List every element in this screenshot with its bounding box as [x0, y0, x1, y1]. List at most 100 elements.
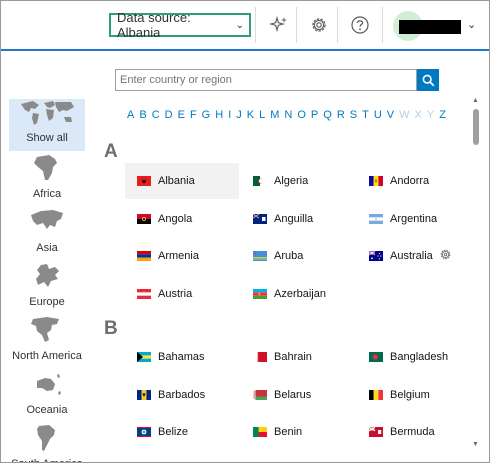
scroll-up-arrow-icon[interactable]: ▲ — [472, 97, 479, 104]
country-bermuda[interactable]: Bermuda — [357, 414, 471, 450]
country-argentina[interactable]: Argentina — [357, 201, 471, 237]
country-austria[interactable]: Austria — [125, 276, 239, 312]
country-name: Belize — [158, 426, 188, 438]
country-armenia[interactable]: Armenia — [125, 238, 239, 274]
region-europe[interactable]: Europe — [9, 261, 85, 313]
region-label: Show all — [26, 132, 68, 144]
scroll-down-arrow-icon[interactable]: ▼ — [472, 441, 479, 448]
alphabet-letter-l[interactable]: L — [259, 109, 265, 121]
alphabet-letter-b[interactable]: B — [139, 109, 146, 121]
country-picker-window: Data source: Albania ⌄ ⌄ ABCDEFGHIJKLMNO… — [0, 0, 490, 463]
africa-map-icon — [9, 153, 85, 183]
toolbar: Data source: Albania ⌄ ⌄ — [1, 1, 489, 51]
country-bangladesh[interactable]: Bangladesh — [357, 339, 471, 375]
country-name: Algeria — [274, 175, 309, 187]
country-name: Aruba — [274, 250, 304, 262]
alphabet-letter-h[interactable]: H — [215, 109, 223, 121]
section-letter-b: B — [104, 318, 118, 339]
country-benin[interactable]: Benin — [241, 414, 355, 450]
country-australia[interactable]: Australia — [357, 238, 471, 274]
country-name: Andorra — [390, 175, 430, 187]
show-all-map-icon — [9, 99, 85, 127]
oceania-map-icon — [9, 369, 85, 399]
alphabet-letter-p[interactable]: P — [311, 109, 318, 121]
alphabet-letter-j[interactable]: J — [236, 109, 242, 121]
alphabet-letter-r[interactable]: R — [337, 109, 345, 121]
country-settings-gear-icon[interactable] — [439, 248, 452, 264]
albania-flag-icon — [137, 176, 151, 186]
search-button[interactable] — [417, 69, 439, 91]
alphabet-letter-c[interactable]: C — [152, 109, 160, 121]
asia-map-icon — [9, 207, 85, 237]
alphabet-letter-t[interactable]: T — [362, 109, 369, 121]
country-aruba[interactable]: Aruba — [241, 238, 355, 274]
region-south-america[interactable]: South America — [9, 423, 85, 462]
country-belgium[interactable]: Belgium — [357, 377, 471, 413]
country-belize[interactable]: Belize — [125, 414, 239, 450]
country-bahamas[interactable]: Bahamas — [125, 339, 239, 375]
alphabet-letter-x: X — [414, 109, 422, 121]
country-search-input[interactable] — [115, 69, 417, 91]
country-azerbaijan[interactable]: Azerbaijan — [241, 276, 355, 312]
country-andorra[interactable]: Andorra — [357, 163, 471, 199]
country-name: Azerbaijan — [274, 287, 326, 300]
search-icon — [422, 74, 434, 86]
country-name: Angola — [158, 212, 193, 225]
country-algeria[interactable]: Algeria — [241, 163, 355, 199]
belize-flag-icon — [137, 427, 151, 437]
country-name: Bangladesh — [390, 351, 449, 363]
data-source-dropdown[interactable]: Data source: Albania ⌄ — [109, 10, 251, 40]
alphabet-letter-z[interactable]: Z — [439, 109, 446, 121]
country-name: Australia — [390, 250, 433, 262]
alphabet-letter-o[interactable]: O — [297, 109, 306, 121]
country-name: Austria — [158, 287, 193, 300]
country-belarus[interactable]: Belarus — [241, 377, 355, 413]
chevron-down-icon: ⌄ — [235, 19, 244, 31]
scrollbar[interactable]: ▲ ▼ — [471, 97, 481, 453]
barbados-flag-icon — [137, 389, 151, 400]
country-angola[interactable]: Angola — [125, 201, 239, 237]
region-oceania[interactable]: Oceania — [9, 369, 85, 421]
south-america-map-icon — [9, 423, 85, 453]
region-show-all[interactable]: Show all — [9, 99, 85, 151]
alphabet-letter-a[interactable]: A — [127, 109, 134, 121]
alphabet-letter-u[interactable]: U — [374, 109, 382, 121]
scrollbar-thumb[interactable] — [473, 109, 479, 145]
alphabet-letter-d[interactable]: D — [165, 109, 173, 121]
country-bahrain[interactable]: Bahrain — [241, 339, 355, 375]
country-name: Belarus — [274, 388, 312, 401]
country-name: Bermuda — [390, 426, 435, 438]
region-africa[interactable]: Africa — [9, 153, 85, 205]
country-anguilla[interactable]: Anguilla — [241, 201, 355, 237]
armenia-flag-icon — [137, 251, 151, 261]
country-name: Bahamas — [158, 351, 205, 363]
alphabet-letter-q[interactable]: Q — [323, 109, 332, 121]
region-north-america[interactable]: North America — [9, 315, 85, 367]
country-name: Albania — [158, 175, 195, 187]
benin-flag-icon — [253, 427, 267, 437]
region-label: Asia — [36, 242, 58, 254]
alphabet-letter-k[interactable]: K — [247, 109, 254, 121]
alphabet-letter-i[interactable]: I — [228, 109, 231, 121]
bahrain-flag-icon — [253, 352, 267, 362]
australia-flag-icon — [368, 250, 383, 261]
alphabet-letter-v[interactable]: V — [387, 109, 394, 121]
alphabet-letter-e[interactable]: E — [178, 109, 185, 121]
help-icon[interactable] — [350, 15, 370, 35]
sparkle-icon[interactable] — [268, 15, 289, 35]
user-menu-chevron-icon[interactable]: ⌄ — [467, 18, 476, 31]
bangladesh-flag-icon — [369, 352, 383, 362]
user-name-redacted[interactable] — [399, 20, 461, 34]
country-albania[interactable]: Albania — [125, 163, 239, 199]
country-barbados[interactable]: Barbados — [125, 377, 239, 413]
alphabet-letter-f[interactable]: F — [190, 109, 197, 121]
alphabet-letter-y: Y — [426, 109, 435, 121]
country-name: Barbados — [158, 388, 206, 401]
region-asia[interactable]: Asia — [9, 207, 85, 259]
alphabet-letter-m[interactable]: M — [270, 109, 279, 121]
region-label: Africa — [32, 188, 62, 200]
alphabet-letter-n[interactable]: N — [284, 109, 292, 121]
gear-icon[interactable] — [309, 15, 329, 35]
alphabet-letter-s[interactable]: S — [350, 109, 357, 121]
alphabet-letter-g[interactable]: G — [202, 109, 211, 121]
